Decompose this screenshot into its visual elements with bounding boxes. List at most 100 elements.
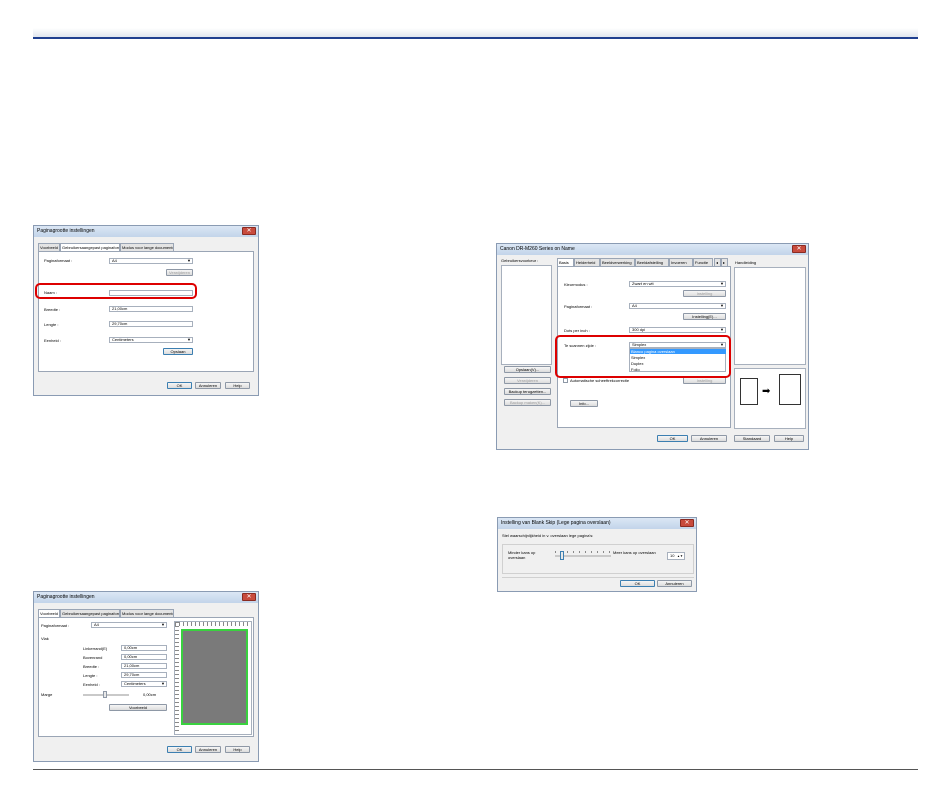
delete-button[interactable]: Verwijderen [166, 269, 193, 276]
close-button[interactable]: ✕ [680, 519, 694, 527]
save-preference-button[interactable]: Opslaan(V)... [504, 366, 551, 373]
highlight-naam-field [35, 283, 197, 299]
scan-side-illustration: ➡ [734, 368, 806, 429]
tab-long-document[interactable]: Modus voor lange documenten [120, 243, 174, 251]
kleurmodus-value: Zwart en wit [632, 281, 654, 286]
eenheid-value: Centimeters [124, 681, 146, 686]
tab-helderheid[interactable]: Helderheid [574, 258, 600, 266]
eenheid-select[interactable]: Centimeters ▼ [109, 337, 193, 343]
slider-thumb[interactable] [103, 691, 107, 698]
tab-panel: Paginaformaat : A4 ▼ Vlak Linkerrand(E) 0… [38, 617, 254, 737]
highlight-scan-side [555, 335, 731, 378]
cancel-button[interactable]: Annuleren [195, 746, 221, 753]
dpi-label: Dots per inch : [564, 328, 590, 333]
paginaformaat-select[interactable]: A4 ▼ [629, 303, 726, 309]
close-button[interactable]: ✕ [792, 245, 806, 253]
ruler-left [175, 622, 179, 734]
tab-invoeren[interactable]: Invoeren [669, 258, 693, 266]
page-front-icon [740, 378, 758, 405]
help-button[interactable]: Help [225, 746, 250, 753]
lengte-input[interactable]: 29,70cm [109, 321, 193, 327]
tab-beeldafstelling[interactable]: Beeldafstelling [635, 258, 669, 266]
more-likely-label: Meer kans op overslaan [613, 550, 656, 555]
paginaformaat-value: A4 [632, 303, 637, 308]
dialog-title: Instelling van Blank Skip (Lege pagina o… [501, 520, 611, 526]
lengte-label: Lengte : [83, 673, 98, 678]
paginaformaat-select[interactable]: A4 ▼ [91, 622, 167, 628]
preview-button[interactable]: Voorbeeld [109, 704, 167, 711]
dialog-title: Canon DR-M260 Series on Name [500, 246, 575, 252]
help-button[interactable]: Help [225, 382, 250, 389]
breedte-label: Breedte : [83, 664, 100, 669]
delete-preference-button[interactable]: Verwijderen [504, 377, 551, 384]
tab-beeldverwerking[interactable]: Beeldverwerking [600, 258, 635, 266]
restore-backup-button[interactable]: Backup terugzetten... [504, 388, 551, 395]
probability-slider[interactable] [555, 551, 611, 560]
kleurmodus-select[interactable]: Zwart en wit ▼ [629, 281, 726, 287]
lengte-label: Lengte : [44, 322, 59, 327]
page-back-icon [779, 374, 801, 405]
eenheid-label: Eenheid : [83, 682, 100, 687]
close-button[interactable]: ✕ [242, 593, 256, 601]
default-button[interactable]: Standaard [734, 435, 770, 442]
tab-functie[interactable]: Functie [693, 258, 713, 266]
eenheid-select[interactable]: Centimeters ▼ [121, 681, 167, 687]
make-backup-button[interactable]: Backup maken(K)... [504, 399, 551, 406]
less-likely-label: Minder kans op overslaan [508, 550, 542, 560]
breedte-input[interactable]: 21,00cm [109, 306, 193, 312]
chevron-down-icon: ▼ [187, 337, 191, 342]
chevron-down-icon: ▼ [187, 258, 191, 263]
ok-button[interactable]: OK [657, 435, 688, 442]
kleurmodus-label: Kleurmodus : [564, 282, 588, 287]
marge-slider[interactable] [83, 691, 129, 698]
help-button[interactable]: Help [774, 435, 804, 442]
vlak-label: Vlak [41, 636, 49, 641]
page-footer-rule [33, 769, 918, 770]
page-size-dialog-custom: Paginagrootte instellingen ✕ Voorbeeld G… [33, 225, 259, 396]
dpi-value: 300 dpi [632, 327, 646, 332]
eenheid-value: Centimeters [112, 337, 134, 342]
tab-scroll-left-icon[interactable]: ◂ [714, 258, 721, 266]
less-likely-text: Minder kans op overslaan [508, 550, 536, 560]
dpi-select[interactable]: 300 dpi ▼ [629, 327, 726, 333]
tab-voorbeeld[interactable]: Voorbeeld [38, 243, 60, 251]
ok-button[interactable]: OK [167, 382, 192, 389]
ok-button[interactable]: OK [620, 580, 655, 587]
page-header-band [33, 28, 918, 37]
info-button[interactable]: Info... [570, 400, 598, 407]
deskew-setting-button[interactable]: Instelling [683, 377, 726, 384]
cancel-button[interactable]: Annuleren [691, 435, 727, 442]
cancel-button[interactable]: Annuleren [195, 382, 221, 389]
bovenrand-input[interactable]: 0,00cm [121, 654, 167, 660]
save-button[interactable]: Opslaan [163, 348, 193, 355]
tab-custom-size[interactable]: Gebruikersaangepast paginaformaat [60, 609, 120, 617]
probability-spinner[interactable]: 10 ▲▼ [667, 552, 685, 560]
paginaformaat-value: A4 [112, 258, 117, 263]
close-button[interactable]: ✕ [242, 227, 256, 235]
blank-skip-dialog: Instelling van Blank Skip (Lege pagina o… [497, 517, 697, 592]
cancel-button[interactable]: Annuleren [657, 580, 692, 587]
slider-thumb[interactable] [560, 551, 564, 560]
tab-strip: Voorbeeld Gebruikersaangepast paginafor m… [38, 243, 238, 252]
paginaformaat-select[interactable]: A4 ▼ [109, 258, 193, 264]
tab-panel: Paginaformaat : A4 ▼ Verwijderen Naam : B… [38, 251, 254, 372]
ok-button[interactable]: OK [167, 746, 192, 753]
lengte-input[interactable]: 29,70cm [121, 672, 167, 678]
chevron-down-icon: ▼ [720, 281, 724, 286]
page-preview [174, 621, 252, 735]
kleurmodus-setting-button[interactable]: Instelling [683, 290, 726, 297]
handleiding-label: Handleiding [735, 260, 757, 265]
breedte-input[interactable]: 21,00cm [121, 663, 167, 669]
arrow-right-icon: ➡ [762, 386, 771, 397]
user-preference-list[interactable] [501, 265, 552, 365]
tab-scroll-right-icon[interactable]: ▸ [721, 258, 728, 266]
user-preference-label: Gebruikersvoorkeur : [501, 258, 539, 263]
paginaformaat-setting-button[interactable]: Instelling(E)... [683, 313, 726, 320]
deskew-checkbox[interactable] [563, 378, 568, 383]
title-bar: Paginagrootte instellingen ✕ [34, 226, 258, 237]
spinner-arrows-icon[interactable]: ▲▼ [677, 553, 683, 559]
separator [502, 577, 694, 578]
linkerrand-input[interactable]: 0,00cm [121, 645, 167, 651]
tab-long-document[interactable]: Modus voor lange documenten [120, 609, 174, 617]
dialog-title: Paginagrootte instellingen [37, 228, 95, 234]
